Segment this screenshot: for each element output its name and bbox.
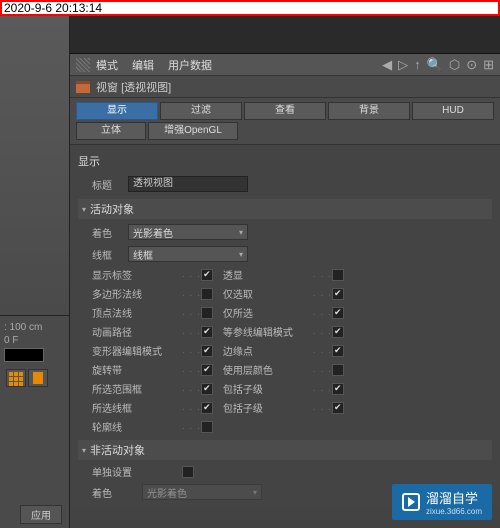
option-checkbox[interactable]: [201, 326, 213, 338]
tab-background[interactable]: 背景: [328, 102, 410, 120]
play-icon: [402, 493, 420, 511]
search-icon[interactable]: 🔍: [427, 57, 443, 73]
wireframe-dropdown[interactable]: 线框: [128, 246, 248, 262]
option-label: 顶点法线: [92, 305, 182, 320]
drag-handle-icon[interactable]: [76, 58, 90, 72]
frame-label: 0 F: [4, 335, 65, 346]
panel-title: 视窗: [96, 79, 118, 95]
single-setting-label: 单独设置: [92, 464, 182, 479]
grid-size-label: : 100 cm: [4, 322, 65, 333]
attributes-panel: 模式 编辑 用户数据 ◀ ▷ ↑ 🔍 ⬡ ⊙ ⊞ 视窗 [透视视图] 显示 过滤…: [70, 16, 500, 528]
option-label: 仅选取: [223, 286, 313, 301]
option-label: 边缘点: [223, 343, 313, 358]
watermark-url: zixue.3d66.com: [426, 507, 482, 516]
option-label: 轮廓线: [92, 419, 182, 434]
viewport-info: : 100 cm 0 F: [0, 316, 69, 393]
new-icon[interactable]: ⊞: [483, 57, 494, 73]
option-checkbox[interactable]: [201, 307, 213, 319]
grid-icon[interactable]: [6, 369, 26, 387]
shading-dropdown[interactable]: 光影着色: [128, 224, 248, 240]
panel-toolbar: 模式 编辑 用户数据 ◀ ▷ ↑ 🔍 ⬡ ⊙ ⊞: [70, 54, 500, 76]
option-checkbox[interactable]: [332, 326, 344, 338]
option-checkbox[interactable]: [201, 402, 213, 414]
option-label: 包括子级: [223, 400, 313, 415]
option-checkbox[interactable]: [201, 269, 213, 281]
option-checkbox[interactable]: [332, 402, 344, 414]
nav-up-icon[interactable]: ↑: [414, 57, 421, 72]
option-label: 变形器编辑模式: [92, 343, 182, 358]
color-swatch[interactable]: [4, 348, 44, 362]
option-checkbox[interactable]: [332, 383, 344, 395]
option-label: 包括子级: [223, 381, 313, 396]
option-checkbox[interactable]: [332, 269, 344, 281]
lock-icon[interactable]: ⬡: [449, 57, 460, 73]
option-label: 动画路径: [92, 324, 182, 339]
shading2-dropdown: 光影着色: [142, 484, 262, 500]
option-label: 显示标签: [92, 267, 182, 282]
active-object-group[interactable]: 活动对象: [78, 199, 492, 219]
panel-title-row: 视窗 [透视视图]: [70, 76, 500, 98]
panel-title-sub: [透视视图]: [121, 79, 171, 95]
display-section-header: 显示: [78, 149, 492, 173]
nav-back-icon[interactable]: ◀: [382, 57, 392, 73]
option-checkbox[interactable]: [201, 288, 213, 300]
option-label: 使用层颜色: [223, 362, 313, 377]
viewport-side-area: : 100 cm 0 F: [0, 16, 70, 528]
tab-view[interactable]: 查看: [244, 102, 326, 120]
tab-filter[interactable]: 过滤: [160, 102, 242, 120]
single-setting-checkbox[interactable]: [182, 466, 194, 478]
timestamp-bar: 2020-9-6 20:13:14: [0, 0, 500, 16]
option-label: 多边形法线: [92, 286, 182, 301]
viewport-3d[interactable]: [0, 16, 69, 316]
menu-user-data[interactable]: 用户数据: [168, 57, 212, 73]
viewport-icon: [76, 81, 90, 93]
tab-stereo[interactable]: 立体: [76, 122, 146, 140]
title-field-label: 标题: [78, 177, 128, 192]
option-checkbox[interactable]: [332, 288, 344, 300]
tab-hud[interactable]: HUD: [412, 102, 494, 120]
option-label: 所选范围框: [92, 381, 182, 396]
shading2-label: 着色: [92, 485, 142, 500]
option-label: 仅所选: [223, 305, 313, 320]
option-checkbox[interactable]: [201, 421, 213, 433]
option-checkbox[interactable]: [332, 307, 344, 319]
option-checkbox[interactable]: [332, 345, 344, 357]
nav-fwd-icon[interactable]: ▷: [398, 57, 408, 73]
display-options-grid: 显示标签. . . 透显. . . 多边形法线. . . 仅选取. . . 顶点…: [78, 265, 492, 436]
tabs-row-2: 立体 增强OpenGL: [70, 120, 500, 145]
option-checkbox[interactable]: [332, 364, 344, 376]
title-field-input[interactable]: 透视视图: [128, 176, 248, 192]
tab-enhanced-opengl[interactable]: 增强OpenGL: [148, 122, 238, 140]
film-icon[interactable]: [28, 369, 48, 387]
panel-top-dark: [70, 16, 500, 54]
option-checkbox[interactable]: [201, 345, 213, 357]
menu-edit[interactable]: 编辑: [132, 57, 154, 73]
watermark-text: 溜溜自学: [426, 491, 478, 506]
tabs-row-1: 显示 过滤 查看 背景 HUD: [70, 98, 500, 120]
option-label: 透显: [223, 267, 313, 282]
apply-button[interactable]: 应用: [20, 505, 62, 524]
option-label: 所选线框: [92, 400, 182, 415]
shading-label: 着色: [78, 225, 128, 240]
menu-mode[interactable]: 模式: [96, 57, 118, 73]
option-checkbox[interactable]: [201, 364, 213, 376]
option-label: 旋转带: [92, 362, 182, 377]
panel-content: 显示 标题 透视视图 活动对象 着色 光影着色 线框 线框 显示标签. . . …: [70, 145, 500, 507]
gear-icon[interactable]: ⊙: [466, 57, 477, 73]
option-label: 等参线编辑模式: [223, 324, 313, 339]
inactive-object-group[interactable]: 非活动对象: [78, 440, 492, 460]
option-checkbox[interactable]: [201, 383, 213, 395]
wireframe-label: 线框: [78, 247, 128, 262]
tab-display[interactable]: 显示: [76, 102, 158, 120]
watermark: 溜溜自学 zixue.3d66.com: [392, 484, 492, 520]
